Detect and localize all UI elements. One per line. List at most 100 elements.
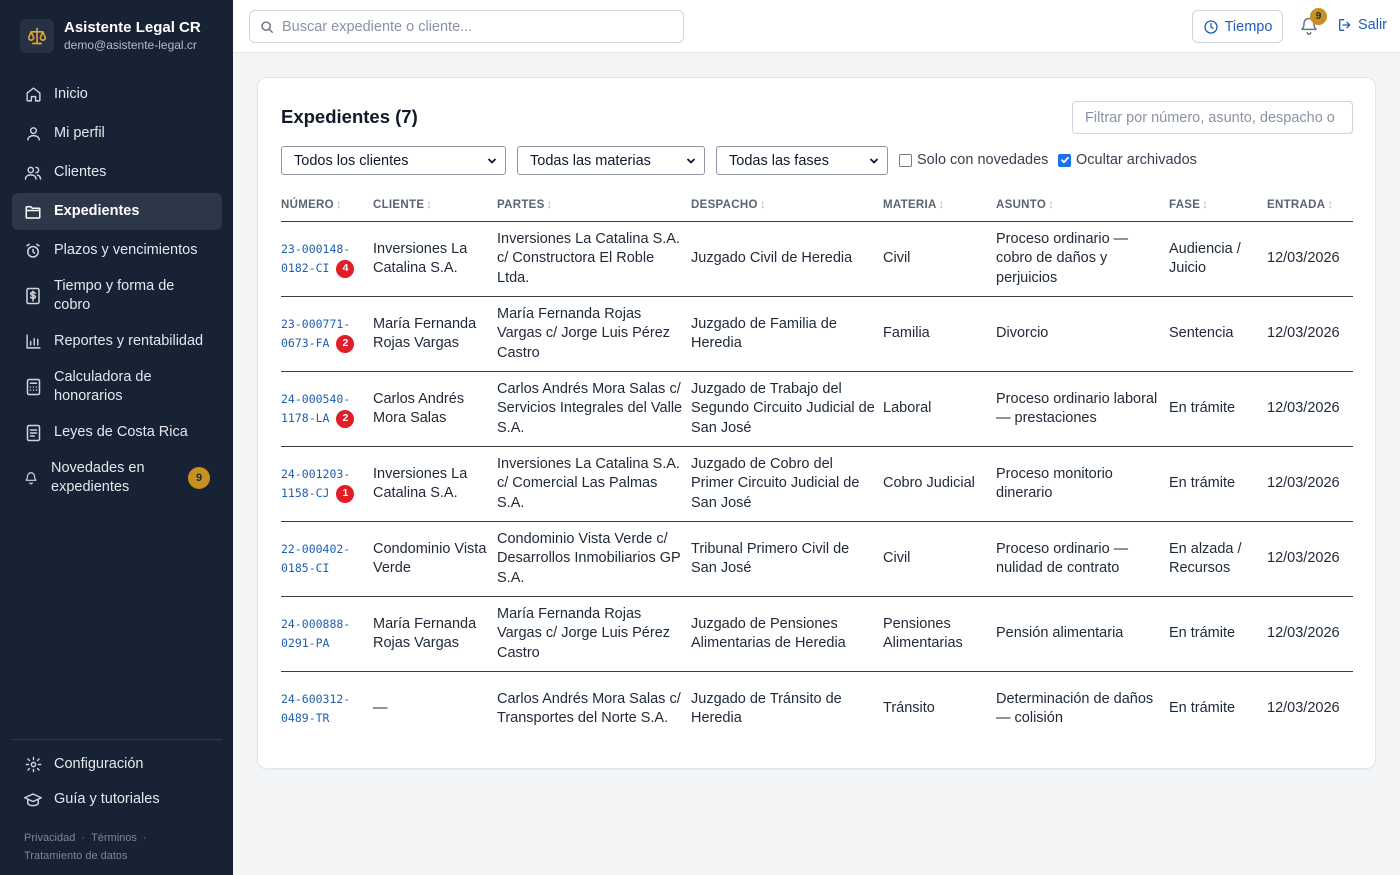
- time-button-label: Tiempo: [1224, 18, 1273, 35]
- column-header-materia[interactable]: MATERIA ↕: [883, 199, 945, 211]
- cell-fase: En alzada / Recursos: [1169, 540, 1242, 577]
- expediente-number-link[interactable]: 23-000771- 0673-FA 2: [281, 315, 355, 354]
- sort-icon: ↕: [1202, 199, 1209, 211]
- calculator-icon: [24, 378, 42, 396]
- sidebar-item-label: Leyes de Costa Rica: [54, 423, 188, 440]
- table-row[interactable]: 24-001203- 1158-CJ 1 Inversiones La Catalin…: [281, 447, 1353, 522]
- user-email: demo@asistente-legal.cr: [64, 38, 197, 52]
- expediente-number-part-2: 1178-LA: [281, 411, 330, 425]
- cell-despacho: Juzgado de Cobro del Primer Circuito Jud…: [691, 455, 860, 511]
- cell-entrada: 12/03/2026: [1267, 250, 1340, 267]
- sidebar-item-calculadora[interactable]: Calculadora de honorarios: [12, 362, 222, 412]
- table-header: NÚMERO ↕ CLIENTE ↕ PARTES ↕ DESPACHO ↕ MATER…: [281, 188, 1353, 222]
- terms-link[interactable]: Términos: [91, 832, 137, 844]
- cell-despacho: Juzgado de Familia de Heredia: [691, 315, 837, 352]
- checkbox-unchecked[interactable]: [899, 153, 912, 167]
- sidebar-item-reportes[interactable]: Reportes y rentabilidad: [12, 323, 222, 360]
- expediente-number-part-1: 24-000540-: [281, 391, 351, 406]
- expediente-number-link[interactable]: 22-000402- 0185-CI: [281, 540, 350, 579]
- expediente-number-link[interactable]: 24-600312- 0489-TR: [281, 690, 350, 729]
- cell-asunto: Proceso ordinario laboral — prestaciones: [996, 390, 1158, 427]
- hide-archived-label: Ocultar archivados: [1076, 152, 1197, 168]
- sidebar: Asistente Legal CR demo@asistente-legal.…: [0, 0, 233, 875]
- cell-entrada: 12/03/2026: [1267, 475, 1340, 492]
- logout-button[interactable]: Salir: [1337, 17, 1387, 33]
- filter-input[interactable]: [1072, 101, 1353, 134]
- bell-icon: [22, 469, 40, 487]
- sidebar-item-leyes[interactable]: Leyes de Costa Rica: [12, 414, 222, 451]
- column-header-despacho[interactable]: DESPACHO ↕: [691, 199, 766, 211]
- footer-links: Privacidad · Términos · Tratamiento de dato…: [24, 829, 214, 865]
- column-header-entrada[interactable]: ENTRADA ↕: [1267, 199, 1333, 211]
- expediente-number-link[interactable]: 24-000888- 0291-PA: [281, 615, 350, 654]
- sidebar-item-clientes[interactable]: Clientes: [12, 154, 222, 191]
- sidebar-item-inicio[interactable]: Inicio: [12, 76, 222, 113]
- table-row[interactable]: 24-000540- 1178-LA 2 Carlos Andrés Mora Sal…: [281, 372, 1353, 447]
- column-header-cliente[interactable]: CLIENTE ↕: [373, 199, 432, 211]
- table-row[interactable]: 22-000402- 0185-CI Condominio Vista Verde C…: [281, 522, 1353, 597]
- cell-entrada: 12/03/2026: [1267, 550, 1340, 567]
- sidebar-item-tiempo-cobro[interactable]: Tiempo y forma de cobro: [12, 271, 222, 321]
- cell-materia: Civil: [883, 250, 911, 267]
- expediente-number-part-2: 0673-FA: [281, 336, 330, 350]
- sidebar-item-expedientes[interactable]: Expedientes: [12, 193, 222, 230]
- expediente-number-link[interactable]: 23-000148- 0182-CI 4: [281, 240, 355, 279]
- client-select[interactable]: Todos los clientes: [281, 146, 506, 175]
- sidebar-item-label: Plazos y vencimientos: [54, 241, 198, 258]
- table-row[interactable]: 24-600312- 0489-TR — Carlos Andrés Mora Sal…: [281, 672, 1353, 747]
- sidebar-item-mi-perfil[interactable]: Mi perfil: [12, 115, 222, 152]
- logout-label: Salir: [1358, 17, 1388, 33]
- expediente-number-part-2: 0182-CI: [281, 261, 330, 275]
- expediente-number-link[interactable]: 24-001203- 1158-CJ 1: [281, 465, 355, 504]
- expediente-number-part-1: 24-600312-: [281, 691, 351, 706]
- header-label: MATERIA: [883, 199, 937, 211]
- header-label: DESPACHO: [691, 199, 758, 211]
- time-button[interactable]: Tiempo: [1192, 10, 1283, 43]
- phase-select-value: Todas las fases: [729, 152, 829, 169]
- subject-select[interactable]: Todas las materias: [517, 146, 705, 175]
- expediente-number-line-2: 0291-PA: [281, 634, 329, 654]
- gear-icon: [24, 756, 42, 774]
- cell-cliente: —: [373, 700, 388, 717]
- hide-archived-checkbox[interactable]: Ocultar archivados: [1058, 152, 1197, 168]
- sidebar-item-label: Inicio: [54, 85, 88, 102]
- privacy-link[interactable]: Privacidad: [24, 832, 75, 844]
- folder-icon: [24, 203, 42, 221]
- column-header-asunto[interactable]: ASUNTO ↕: [996, 199, 1054, 211]
- table-row[interactable]: 24-000888- 0291-PA María Fernanda Rojas Va…: [281, 597, 1353, 672]
- expediente-number-link[interactable]: 24-000540- 1178-LA 2: [281, 390, 355, 429]
- search-box[interactable]: [249, 10, 684, 43]
- bar-chart-icon: [24, 333, 42, 351]
- table-row[interactable]: 23-000148- 0182-CI 4 Inversiones La Catalin…: [281, 222, 1353, 297]
- brand[interactable]: Asistente Legal CR demo@asistente-legal.…: [20, 18, 201, 53]
- expediente-number-line-2: 0489-TR: [281, 709, 329, 729]
- cell-entrada: 12/03/2026: [1267, 700, 1340, 717]
- header-label: ENTRADA: [1267, 199, 1326, 211]
- search-input[interactable]: [282, 18, 672, 35]
- sidebar-item-configuracion[interactable]: Configuración: [12, 747, 222, 782]
- cell-materia: Tránsito: [883, 700, 935, 717]
- sidebar-item-novedades[interactable]: Novedades en expedientes 9: [12, 453, 222, 503]
- phase-select[interactable]: Todas las fases: [716, 146, 888, 175]
- sidebar-item-plazos[interactable]: Plazos y vencimientos: [12, 232, 222, 269]
- column-header-numero[interactable]: NÚMERO ↕: [281, 199, 342, 211]
- expediente-number-line-2: 0182-CI 4: [281, 259, 355, 279]
- news-count-badge: 2: [336, 334, 355, 353]
- column-header-partes[interactable]: PARTES ↕: [497, 199, 553, 211]
- only-news-checkbox[interactable]: Solo con novedades: [899, 152, 1048, 168]
- expediente-number-line-2: 1158-CJ 1: [281, 484, 355, 504]
- expediente-number-line-2: 0185-CI: [281, 559, 329, 579]
- data-treatment-link[interactable]: Tratamiento de datos: [24, 850, 128, 862]
- cell-numero: 24-000540- 1178-LA 2: [281, 372, 369, 446]
- cell-numero: 22-000402- 0185-CI: [281, 522, 369, 596]
- cell-partes: María Fernanda Rojas Vargas c/ Jorge Lui…: [497, 605, 671, 661]
- column-header-fase[interactable]: FASE ↕: [1169, 199, 1208, 211]
- header-label: NÚMERO: [281, 199, 334, 211]
- clock-icon: [1203, 19, 1219, 35]
- sidebar-item-guia[interactable]: Guía y tutoriales: [12, 782, 222, 817]
- table-row[interactable]: 23-000771- 0673-FA 2 María Fernanda Rojas V…: [281, 297, 1353, 372]
- expediente-number-part-1: 24-000888-: [281, 616, 351, 631]
- cell-asunto: Proceso monitorio dinerario: [996, 465, 1113, 502]
- expedientes-table: NÚMERO ↕ CLIENTE ↕ PARTES ↕ DESPACHO ↕ MATER…: [281, 188, 1353, 747]
- checkmark-icon[interactable]: [1058, 153, 1071, 167]
